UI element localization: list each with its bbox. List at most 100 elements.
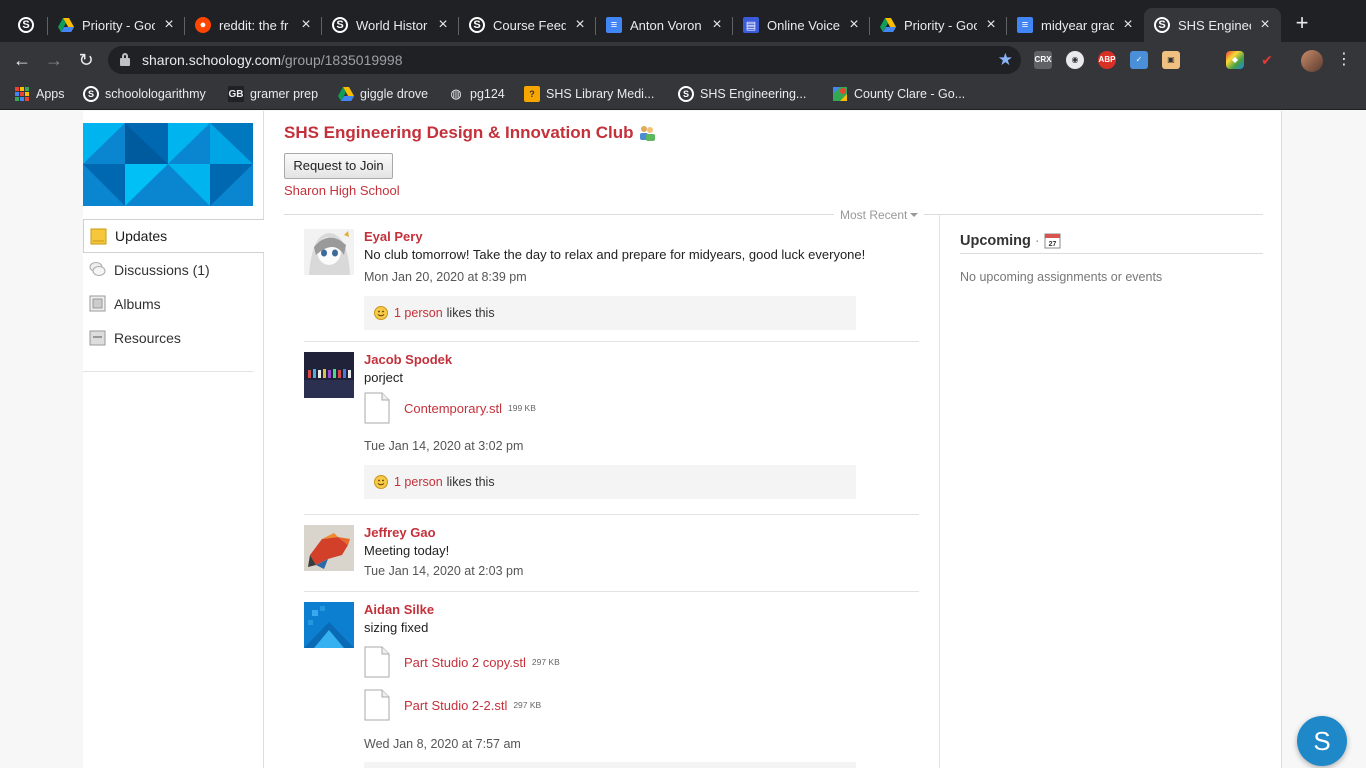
post-author[interactable]: Eyal Pery [364,229,423,244]
tab-priority-1[interactable]: Priority - Goo × [48,8,185,42]
tab-midyear-grades[interactable]: ≡ midyear grad × [1007,8,1144,42]
tab-shs-engineering-active[interactable]: S SHS Enginee × [1144,8,1281,42]
extension-checkmark-icon[interactable]: ✓ [1130,51,1148,69]
group-header: SHS Engineering Design & Innovation Club [284,123,656,143]
nav-item-discussions[interactable]: Discussions (1) [83,253,264,287]
post-body: porject [364,370,404,385]
file-size: 199 KB [508,403,536,413]
bookmark-giggle-drove[interactable]: giggle drove [338,85,428,103]
tab-world-history[interactable]: S World Histor × [322,8,459,42]
page-title: SHS Engineering Design & Innovation Club [284,123,634,142]
owl-extension-icon[interactable]: ◉ [1066,51,1084,69]
calendar-icon[interactable]: 27 [1044,232,1061,249]
tab-reddit[interactable]: ● reddit: the fr × [185,8,322,42]
close-icon[interactable]: × [983,17,999,33]
post-author[interactable]: Jeffrey Gao [364,525,436,540]
bookmark-apps[interactable]: Apps [14,85,65,103]
google-drive-icon [880,17,896,33]
bookmark-label: SHS Engineering... [700,87,807,101]
feed-top-rule [284,214,1263,215]
file-name[interactable]: Part Studio 2 copy.stl [404,655,526,670]
color-extension-icon[interactable]: ◆ [1226,51,1244,69]
file-attachment[interactable]: Part Studio 2-2.stl 297 KB [364,689,541,721]
library-icon: ? [524,86,540,102]
author-avatar[interactable] [304,602,354,648]
google-drive-icon [58,17,74,33]
file-name[interactable]: Contemporary.stl [404,401,502,416]
author-avatar[interactable] [304,352,354,398]
close-icon[interactable]: × [1120,17,1136,33]
close-icon[interactable]: × [298,17,314,33]
address-bar[interactable]: sharon.schoology.com/group/1835019998 ★ [108,46,1021,74]
url-path: /group/1835019998 [281,52,403,68]
discussions-icon [89,262,106,276]
author-avatar[interactable] [304,525,354,571]
extension-hidden-icon[interactable]: · [1194,51,1212,69]
nav-item-updates[interactable]: Updates [83,219,264,253]
likes-link[interactable]: 1 person [394,306,443,320]
file-size: 297 KB [531,657,560,667]
bookmark-pg124[interactable]: ◍ pg124 [448,85,504,103]
tab-schoology-pinned[interactable]: S [8,8,48,42]
sort-dropdown[interactable]: Most Recent [834,208,925,222]
close-icon[interactable]: × [161,17,177,33]
likes-link[interactable]: 1 person [394,475,443,489]
nav-label: Updates [115,228,168,244]
bookmark-shs-engineering[interactable]: S SHS Engineering... [678,85,806,103]
bookmark-label: giggle drove [360,87,429,101]
post-date: Tue Jan 14, 2020 at 2:03 pm [364,564,524,578]
close-icon[interactable]: × [435,17,451,33]
forward-button[interactable]: → [42,48,66,72]
google-docs-icon: ≡ [606,17,622,33]
schoology-icon: S [83,86,99,102]
file-icon [364,392,390,424]
post-body: No club tomorrow! Take the day to relax … [364,247,866,262]
school-link[interactable]: Sharon High School [284,183,400,198]
right-column-border [1281,111,1282,768]
extension-face-icon[interactable]: ▣ [1162,51,1180,69]
back-button[interactable]: ← [10,48,34,72]
url-host: sharon.schoology.com [142,52,282,68]
nav-label: Discussions (1) [114,262,210,278]
crx-extension-icon[interactable]: CRX [1034,51,1052,69]
bookmark-star-icon[interactable]: ★ [998,50,1013,70]
post-author[interactable]: Jacob Spodek [364,352,452,367]
file-icon [364,646,390,678]
tab-title: Priority - Goo [904,17,977,33]
tab-online-voice[interactable]: ▤ Online Voice × [733,8,870,42]
bookmark-schoolologarithmy[interactable]: S schoolologarithmy [83,85,206,103]
new-tab-button[interactable]: + [1290,12,1314,36]
bookmark-shs-library[interactable]: ? SHS Library Medi... [524,85,654,103]
reddit-icon: ● [195,17,211,33]
nav-item-resources[interactable]: Resources [83,321,264,355]
tab-anton-voron[interactable]: ≡ Anton Voron × [596,8,733,42]
file-icon [364,689,390,721]
adblock-plus-icon[interactable]: ABP [1098,51,1116,69]
nav-item-albums[interactable]: Albums [83,287,264,321]
close-icon[interactable]: × [709,17,725,33]
file-attachment[interactable]: Part Studio 2 copy.stl 297 KB [364,646,560,678]
file-attachment[interactable]: Contemporary.stl 199 KB [364,392,536,424]
schoology-icon: S [18,17,34,33]
request-to-join-button[interactable]: Request to Join [284,153,393,179]
reload-button[interactable]: ↻ [74,48,98,72]
likes-suffix: likes this [446,475,495,489]
tab-priority-2[interactable]: Priority - Goo × [870,8,1007,42]
left-column-border [263,111,264,768]
more-menu-icon[interactable]: ⋮ [1336,50,1352,70]
extension-red-check-icon[interactable]: ✔ [1258,51,1276,69]
browser-toolbar: ← → ↻ sharon.schoology.com/group/1835019… [0,42,1366,78]
close-icon[interactable]: × [572,17,588,33]
close-icon[interactable]: × [1257,17,1273,33]
close-icon[interactable]: × [846,17,862,33]
post-author[interactable]: Aidan Silke [364,602,434,617]
file-name[interactable]: Part Studio 2-2.stl [404,698,507,713]
url-text: sharon.schoology.com/group/1835019998 [142,52,403,68]
bookmark-county-clare[interactable]: County Clare - Go... [832,85,965,103]
bookmark-gramer-prep[interactable]: GB gramer prep [228,85,318,103]
tab-course-feedback[interactable]: S Course Feedb × [459,8,596,42]
schoology-icon: S [1154,17,1170,33]
author-avatar[interactable] [304,229,354,275]
schoology-help-button[interactable]: S [1297,716,1347,766]
profile-avatar[interactable] [1301,50,1323,72]
